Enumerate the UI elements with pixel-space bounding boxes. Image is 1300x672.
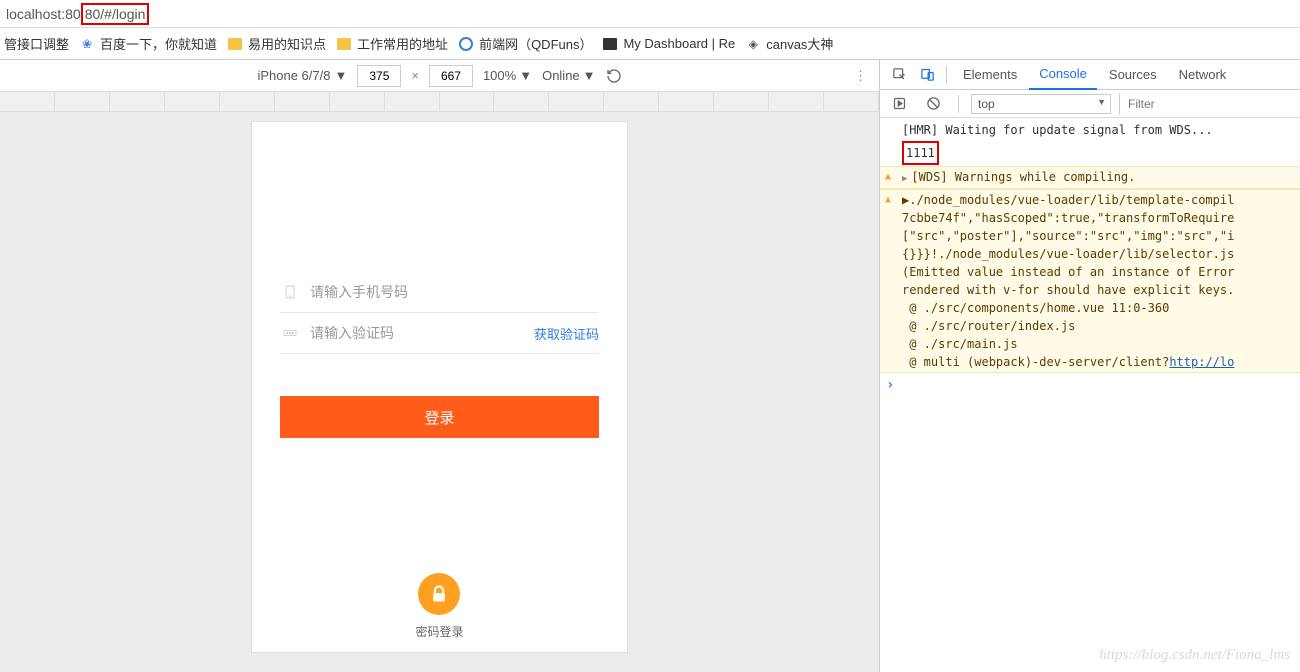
device-frame: 获取验证码 登录 密码登录 [252,122,627,652]
bookmark-item[interactable]: 前端网（QDFuns） [458,34,592,53]
bookmark-item[interactable]: ◈ canvas大神 [745,34,833,53]
log-line-boxed: 1111 [880,140,1300,166]
bookmark-item[interactable]: 易用的知识点 [227,34,326,53]
devtools-panel: Elements Console Sources Network top [HM… [880,60,1300,672]
log-warning-block[interactable]: ▶./node_modules/vue-loader/lib/template-… [880,189,1300,373]
bookmark-item[interactable]: 管接口调整 [4,34,69,53]
phone-icon [280,282,300,302]
device-toggle-icon[interactable] [914,62,940,88]
kebab-menu-icon[interactable]: ⋮ [854,68,867,84]
code-input[interactable] [310,325,524,341]
password-login-option[interactable]: 密码登录 [415,573,463,640]
rotate-icon[interactable] [606,68,622,84]
url-text[interactable]: localhost:8080/#/login [6,3,149,25]
main-split: iPhone 6/7/8 ▼ × 100% ▼ Online ▼ ⋮ [0,60,1300,672]
bookmark-label: 工作常用的地址 [357,34,448,53]
chevron-down-icon: ▼ [583,68,596,83]
paw-icon: ❀ [79,36,95,52]
device-name: iPhone 6/7/8 [257,68,330,83]
device-viewport-area: iPhone 6/7/8 ▼ × 100% ▼ Online ▼ ⋮ [0,60,880,672]
address-bar: localhost:8080/#/login [0,0,1300,28]
chevron-down-icon: ▼ [519,68,532,83]
folder-icon [336,36,352,52]
bookmark-label: 前端网（QDFuns） [479,34,592,53]
cube-icon: ◈ [745,36,761,52]
devtools-tabs: Elements Console Sources Network [880,60,1300,90]
dashboard-icon [602,36,618,52]
code-input-row: 获取验证码 [280,313,599,354]
filter-input[interactable] [1119,93,1294,115]
tab-network[interactable]: Network [1169,60,1237,90]
lock-icon [418,573,460,615]
bookmarks-bar: 管接口调整 ❀ 百度一下，你就知道 易用的知识点 工作常用的地址 前端网（QDF… [0,28,1300,60]
tab-sources[interactable]: Sources [1099,60,1167,90]
tab-elements[interactable]: Elements [953,60,1027,90]
console-prompt[interactable] [880,373,1300,377]
play-icon[interactable] [886,91,912,117]
log-line: [HMR] Waiting for update signal from WDS… [880,120,1300,140]
password-login-label: 密码登录 [415,623,463,640]
bookmark-item[interactable]: My Dashboard | Re [602,36,735,52]
bookmark-label: 百度一下，你就知道 [100,34,217,53]
get-code-link[interactable]: 获取验证码 [534,324,599,343]
ruler-horizontal [0,92,879,112]
folder-icon [227,36,243,52]
height-input[interactable] [429,65,473,87]
inspect-icon[interactable] [886,62,912,88]
phone-input[interactable] [310,284,599,300]
bookmark-label: canvas大神 [766,34,833,53]
zoom-selector[interactable]: 100% ▼ [483,68,532,83]
bookmark-item[interactable]: ❀ 百度一下，你就知道 [79,34,217,53]
zoom-value: 100% [483,68,516,83]
url-prefix: localhost:80 [6,6,81,22]
device-stage: 获取验证码 登录 密码登录 [0,112,879,672]
console-output[interactable]: [HMR] Waiting for update signal from WDS… [880,118,1300,672]
login-page: 获取验证码 登录 密码登录 [252,122,627,652]
bookmark-label: 管接口调整 [4,34,69,53]
device-selector[interactable]: iPhone 6/7/8 ▼ [257,68,347,83]
width-input[interactable] [357,65,401,87]
log-warning[interactable]: [WDS] Warnings while compiling. [880,166,1300,189]
console-filter-bar: top [880,90,1300,118]
device-toolbar: iPhone 6/7/8 ▼ × 100% ▼ Online ▼ ⋮ [0,60,879,92]
login-button[interactable]: 登录 [280,396,599,438]
network-value: Online [542,68,580,83]
code-icon [280,323,300,343]
circle-icon [458,36,474,52]
bookmark-item[interactable]: 工作常用的地址 [336,34,448,53]
chevron-down-icon: ▼ [334,68,347,83]
clear-icon[interactable] [920,91,946,117]
bookmark-label: 易用的知识点 [248,34,326,53]
context-selector[interactable]: top [971,94,1111,114]
dimension-x: × [411,68,419,83]
bookmark-label: My Dashboard | Re [623,36,735,51]
phone-input-row [280,272,599,313]
network-selector[interactable]: Online ▼ [542,68,595,83]
url-highlight-box: 80/#/login [81,3,150,25]
tab-console[interactable]: Console [1029,60,1097,90]
